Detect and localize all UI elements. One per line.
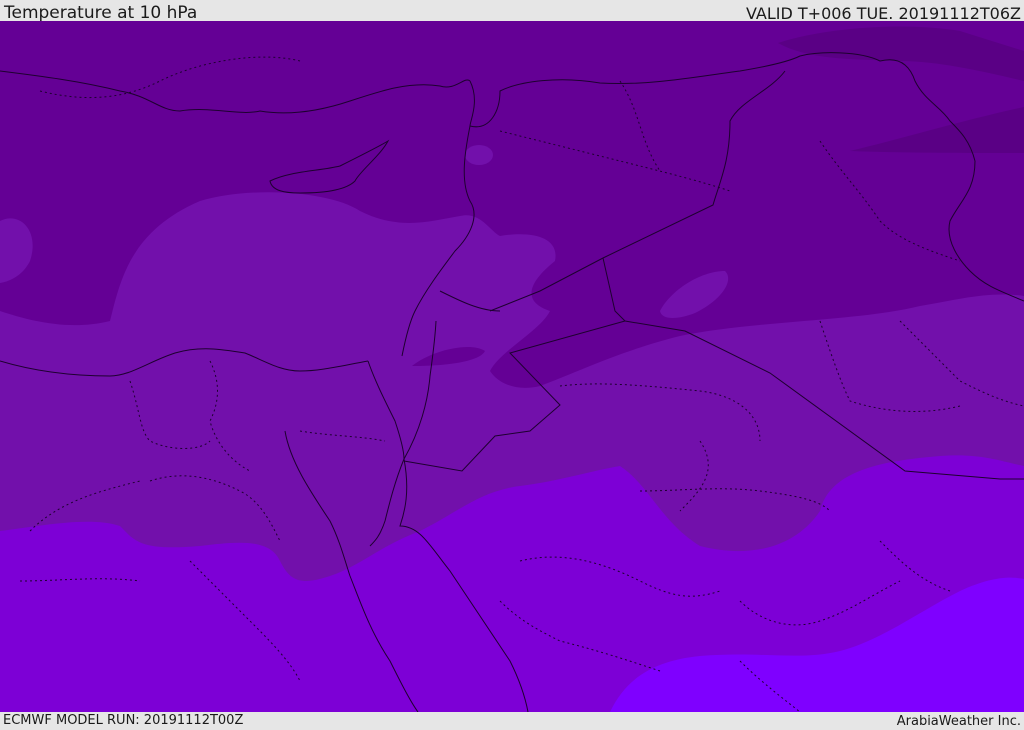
- temp-blob: [465, 145, 493, 165]
- footer-bar: ECMWF MODEL RUN: 20191112T00Z ArabiaWeat…: [0, 712, 1024, 729]
- weather-map[interactable]: [0, 21, 1024, 712]
- header-bar: Temperature at 10 hPa VALID T+006 TUE. 2…: [0, 0, 1024, 23]
- temperature-field: [0, 21, 1024, 712]
- credit-label: ArabiaWeather Inc.: [896, 714, 1021, 729]
- map-title: Temperature at 10 hPa: [4, 3, 198, 23]
- model-run: ECMWF MODEL RUN: 20191112T00Z: [3, 713, 244, 728]
